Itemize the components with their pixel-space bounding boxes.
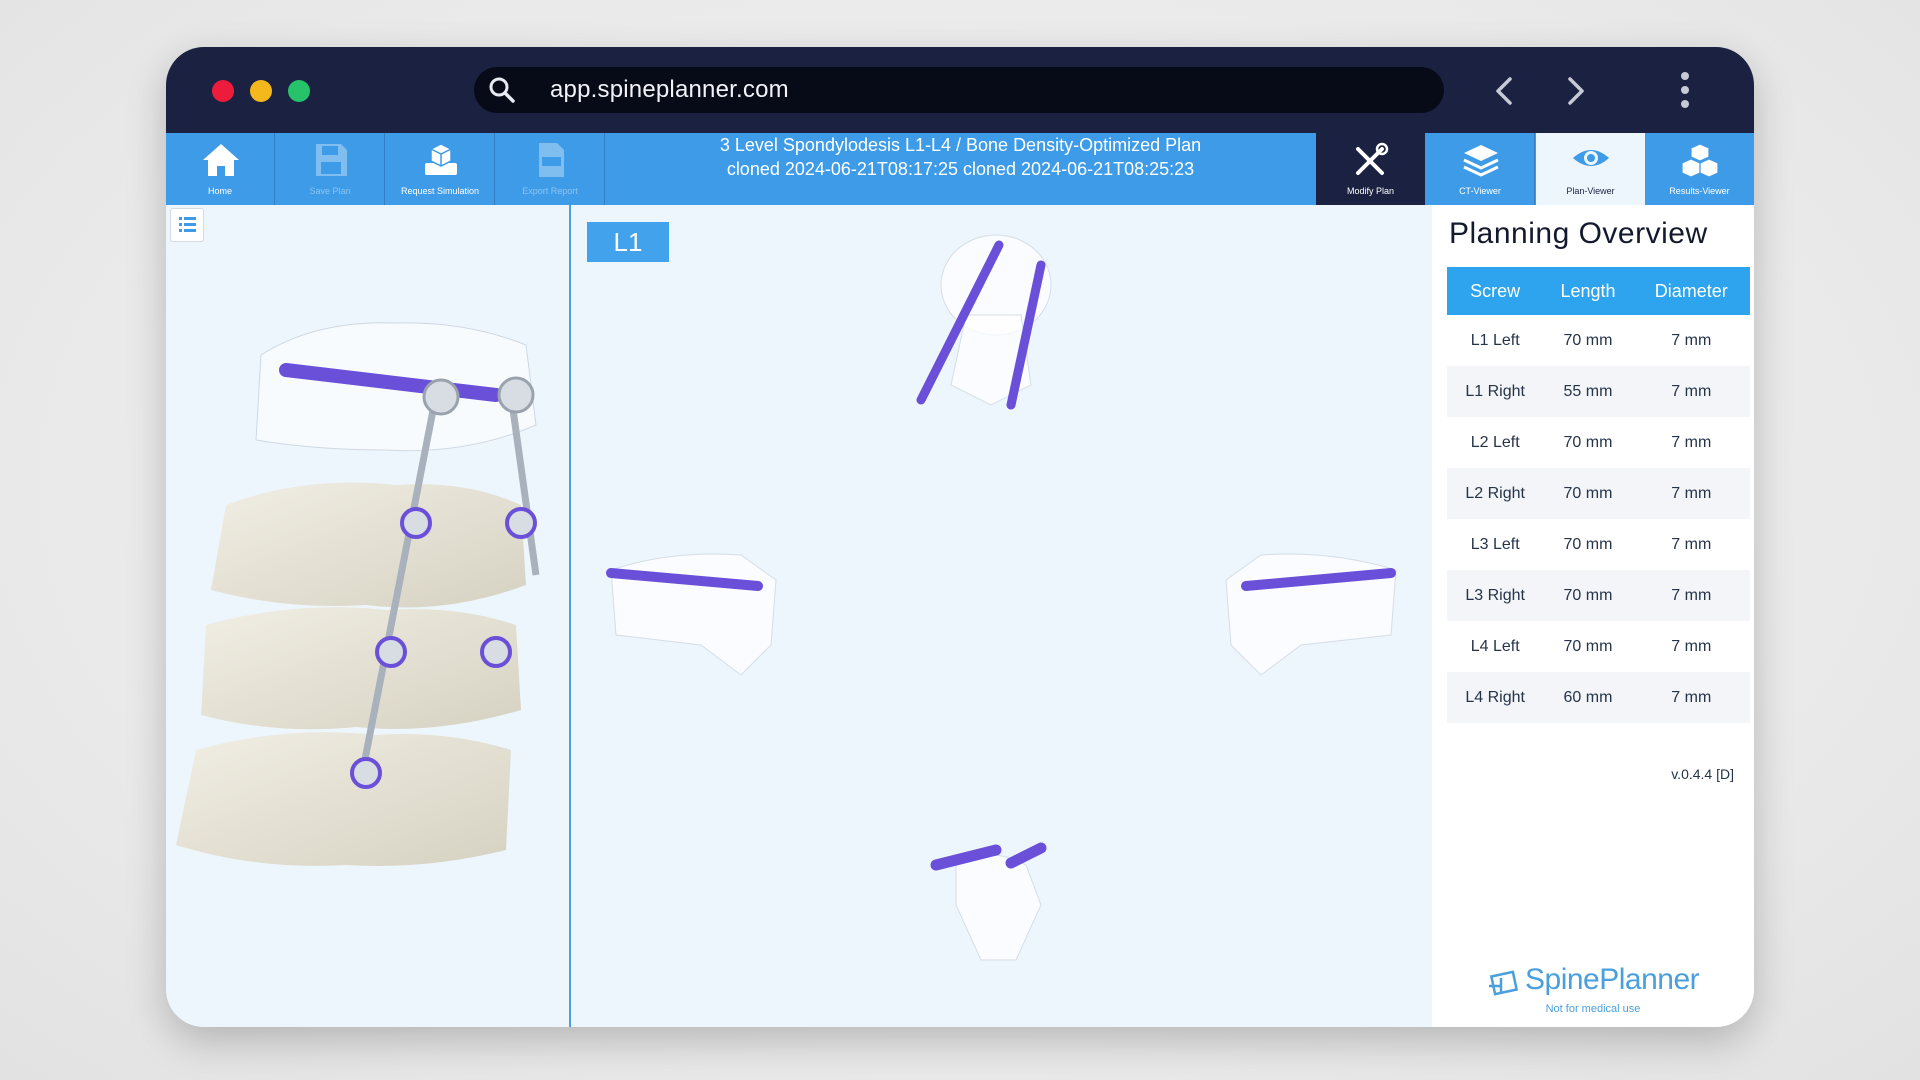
spine-model-3d <box>176 322 540 866</box>
table-row[interactable]: L1 Right 55 mm 7 mm <box>1447 366 1750 417</box>
diameter-cell: 7 mm <box>1632 570 1750 621</box>
chevron-right-icon[interactable] <box>1555 71 1595 111</box>
length-cell: 70 mm <box>1543 570 1633 621</box>
table-row[interactable]: L4 Left 70 mm 7 mm <box>1447 621 1750 672</box>
tools-icon <box>1356 142 1389 175</box>
minimize-window-button[interactable] <box>250 80 272 102</box>
modify-plan-button[interactable]: Modify Plan <box>1316 133 1425 205</box>
lateral-view-left <box>606 553 777 676</box>
length-cell: 70 mm <box>1563 433 1613 451</box>
save-plan-button[interactable]: Save Plan <box>276 133 385 205</box>
screw-cell: L1 Left <box>1470 331 1520 349</box>
screw-table-header: Screw Length Diameter <box>1447 267 1750 315</box>
results-viewer-button[interactable]: Results-Viewer <box>1645 133 1754 205</box>
results-viewer-label: Results-Viewer <box>1669 186 1730 196</box>
layers-icon <box>1463 145 1499 177</box>
cubes-icon <box>1681 143 1719 178</box>
screw-cell: L4 Left <box>1470 637 1520 655</box>
spineplanner-logo-icon <box>1489 970 1519 996</box>
diameter-cell: 7 mm <box>1632 468 1750 519</box>
screw-table: Screw Length Diameter L1 Left 70 mm 7 mm L… <box>1447 267 1750 723</box>
plan-viewer-label: Plan-Viewer <box>1566 186 1615 196</box>
diameter-cell: 7 mm <box>1671 637 1712 655</box>
browser-window: app.spineplanner.com Home Save Plan Requ… <box>166 47 1754 1027</box>
pdf-icon <box>539 143 564 177</box>
table-row[interactable]: L2 Right 70 mm 7 mm <box>1447 468 1750 519</box>
column-header-length[interactable]: Length <box>1543 267 1633 315</box>
version-label: v.0.4.4 [D] <box>1671 766 1734 782</box>
screw-cell: L3 Right <box>1447 570 1544 621</box>
level-badge[interactable]: L1 <box>587 222 669 262</box>
planning-overview-title: Planning Overview <box>1449 217 1708 250</box>
app-toolbar: Home Save Plan Request Simulation Export… <box>166 133 1754 205</box>
list-toggle-button[interactable] <box>170 208 204 242</box>
ct-viewer-button[interactable]: CT-Viewer <box>1426 133 1535 205</box>
url-text[interactable]: app.spineplanner.com <box>550 67 789 113</box>
plan-viewer-tab[interactable]: Plan-Viewer <box>1536 133 1645 205</box>
screw-cell: L2 Left <box>1470 433 1520 451</box>
lateral-view-right <box>1225 553 1397 676</box>
axial-view-top <box>916 234 1052 410</box>
diameter-cell: 7 mm <box>1632 366 1750 417</box>
3d-spine-view[interactable] <box>166 205 571 1027</box>
table-row[interactable]: L1 Left 70 mm 7 mm <box>1447 315 1750 366</box>
disclaimer: Not for medical use <box>1545 1003 1641 1015</box>
export-report-label: Export Report <box>522 186 578 196</box>
diameter-cell: 7 mm <box>1671 433 1712 451</box>
table-row[interactable]: L3 Right 70 mm 7 mm <box>1447 570 1750 621</box>
ct-viewer-label: CT-Viewer <box>1459 186 1501 196</box>
home-button[interactable]: Home <box>166 133 275 205</box>
axial-view-bottom <box>930 842 1047 961</box>
close-window-button[interactable] <box>212 80 234 102</box>
plan-title: 3 Level Spondylodesis L1-L4 / Bone Densi… <box>719 135 1202 179</box>
table-row[interactable]: L4 Right 60 mm 7 mm <box>1447 672 1750 723</box>
screw-cell: L1 Right <box>1447 366 1544 417</box>
table-row[interactable]: L2 Left 70 mm 7 mm <box>1447 417 1750 468</box>
screw-cell: L4 Right <box>1447 672 1544 723</box>
length-cell: 70 mm <box>1563 535 1613 553</box>
diameter-cell: 7 mm <box>1632 672 1750 723</box>
export-report-button[interactable]: Export Report <box>496 133 605 205</box>
list-icon <box>179 217 196 232</box>
screw-cell: L3 Left <box>1470 535 1520 553</box>
length-cell: 60 mm <box>1543 672 1633 723</box>
length-cell: 70 mm <box>1563 331 1613 349</box>
save-icon <box>316 144 347 176</box>
brand-logo: SpinePlanner <box>1487 963 1717 1001</box>
kebab-menu-icon[interactable] <box>1672 69 1698 111</box>
maximize-window-button[interactable] <box>288 80 310 102</box>
request-simulation-button[interactable]: Request Simulation <box>386 133 495 205</box>
screw-cell: L2 Right <box>1447 468 1544 519</box>
diameter-cell: 7 mm <box>1671 331 1712 349</box>
eye-icon <box>1573 150 1609 166</box>
column-header-diameter[interactable]: Diameter <box>1632 267 1750 315</box>
address-bar[interactable]: app.spineplanner.com <box>474 67 1444 113</box>
search-icon <box>489 77 515 103</box>
simulation-icon <box>425 143 457 175</box>
home-icon <box>203 144 239 176</box>
length-cell: 70 mm <box>1543 468 1633 519</box>
table-row[interactable]: L3 Left 70 mm 7 mm <box>1447 519 1750 570</box>
request-simulation-label: Request Simulation <box>400 186 480 196</box>
modify-plan-label: Modify Plan <box>1346 186 1395 196</box>
save-plan-label: Save Plan <box>309 186 351 196</box>
column-header-screw[interactable]: Screw <box>1447 267 1544 315</box>
browser-titlebar: app.spineplanner.com <box>166 47 1754 133</box>
diameter-cell: 7 mm <box>1671 535 1712 553</box>
planning-overview-panel: Planning Overview Screw Length Diameter … <box>1432 205 1754 1027</box>
home-label: Home <box>207 186 232 196</box>
vertebra-views <box>606 234 1397 961</box>
length-cell: 70 mm <box>1563 637 1613 655</box>
plan-viewport[interactable]: L1 <box>571 205 1431 1027</box>
chevron-left-icon[interactable] <box>1485 71 1525 111</box>
brand-name: SpinePlanner <box>1525 963 1700 996</box>
length-cell: 55 mm <box>1543 366 1633 417</box>
